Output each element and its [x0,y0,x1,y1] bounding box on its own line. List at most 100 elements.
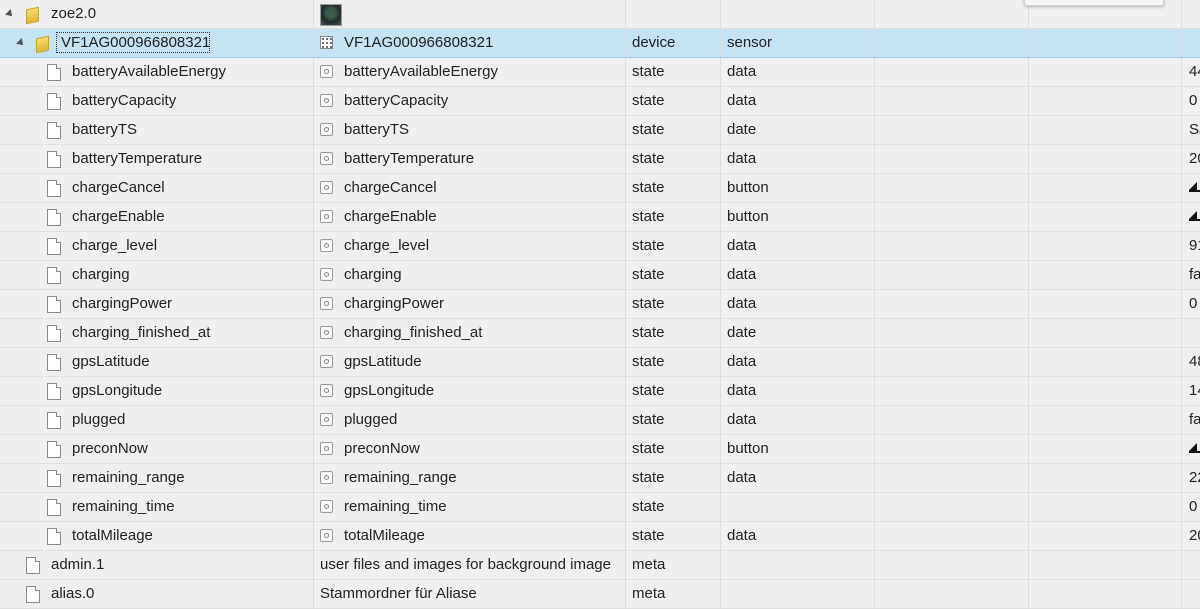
room-cell [875,29,1029,57]
button-press-icon[interactable] [1189,182,1200,192]
tree-row-state[interactable]: chargeEnable chargeEnable state button [0,203,1200,232]
object-name: batteryTS [344,121,410,138]
device-icon [320,35,333,49]
value-cell[interactable] [1182,174,1200,202]
function-cell [1029,261,1182,289]
tree-row-state[interactable]: gpsLatitude gpsLatitude state data 48 [0,348,1200,377]
tree-row-state[interactable]: charge_level charge_level state data 91 [0,232,1200,261]
tree-row-state[interactable]: preconNow preconNow state button [0,435,1200,464]
role-cell: data [721,145,875,173]
tree-row-state[interactable]: remaining_time remaining_time state 0 [0,493,1200,522]
object-id: batteryCapacity [72,92,177,109]
object-name: charge_level [344,237,430,254]
file-icon [47,325,61,342]
tree-row-state[interactable]: chargeCancel chargeCancel state button [0,174,1200,203]
object-id: gpsLatitude [72,353,150,370]
tree-row-state[interactable]: remaining_range remaining_range state da… [0,464,1200,493]
room-cell [875,435,1029,463]
tree-row-state[interactable]: batteryTemperature batteryTemperature st… [0,145,1200,174]
type-cell: state [626,261,721,289]
tree-row-device[interactable]: VF1AG000966808321 VF1AG000966808321 devi… [0,29,1200,58]
room-cell [875,377,1029,405]
function-cell [1029,522,1182,550]
function-cell [1029,232,1182,260]
state-icon [320,325,333,339]
tree-row-state[interactable]: charging_finished_at charging_finished_a… [0,319,1200,348]
room-cell [875,580,1029,608]
id-cell: plugged [0,406,314,434]
function-cell [1029,464,1182,492]
file-icon [47,151,61,168]
name-cell: remaining_time [314,493,626,521]
file-icon [47,180,61,197]
name-cell: charging [314,261,626,289]
object-id: zoe2.0 [51,5,97,22]
tree-row-state[interactable]: batteryAvailableEnergy batteryAvailableE… [0,58,1200,87]
type-cell: state [626,522,721,550]
tree-row-state[interactable]: batteryCapacity batteryCapacity state da… [0,87,1200,116]
id-cell: admin.1 [0,551,314,579]
tree-row-state[interactable]: chargingPower chargingPower state data 0 [0,290,1200,319]
tree-row-state[interactable]: charging charging state data fa [0,261,1200,290]
id-cell: zoe2.0 [0,0,314,28]
room-cell [875,522,1029,550]
function-cell [1029,435,1182,463]
role-cell [721,551,875,579]
name-cell: gpsLatitude [314,348,626,376]
name-cell: VF1AG000966808321 [314,29,626,57]
object-tree: zoe2.0 VF1AG000966808321 VF1AG0009668083… [0,0,1200,609]
file-icon [26,586,40,603]
tree-row-adapter[interactable]: admin.1 user files and images for backgr… [0,551,1200,580]
file-icon [47,122,61,139]
button-press-icon[interactable] [1189,211,1200,221]
type-cell: state [626,377,721,405]
value-cell: 20 [1189,527,1200,544]
role-cell [721,0,875,28]
value-cell[interactable] [1182,435,1200,463]
type-cell [626,0,721,28]
object-name: chargeCancel [344,179,437,196]
object-name: gpsLongitude [344,382,435,399]
object-name: plugged [344,411,398,428]
object-name: batteryCapacity [344,92,449,109]
role-cell: data [721,464,875,492]
type-cell: state [626,58,721,86]
object-id: chargingPower [72,295,173,312]
object-name: gpsLatitude [344,353,422,370]
id-cell: charge_level [0,232,314,260]
tree-row-state[interactable]: batteryTS batteryTS state date Sa [0,116,1200,145]
name-cell: totalMileage [314,522,626,550]
tree-row-state[interactable]: plugged plugged state data fa [0,406,1200,435]
tree-row-root[interactable]: zoe2.0 [0,0,1200,29]
function-cell [1029,580,1182,608]
id-cell: chargeCancel [0,174,314,202]
file-icon [47,267,61,284]
tree-row-state[interactable]: totalMileage totalMileage state data 20 [0,522,1200,551]
room-cell [875,116,1029,144]
button-press-icon[interactable] [1189,443,1200,453]
type-cell: state [626,290,721,318]
object-id: remaining_range [72,469,185,486]
object-name: charging_finished_at [344,324,483,341]
value-cell: fa [1189,266,1200,283]
tree-row-state[interactable]: gpsLongitude gpsLongitude state data 14 [0,377,1200,406]
expand-toggle-icon[interactable] [16,38,26,48]
value-cell: 0 [1189,92,1198,109]
state-icon [320,93,333,107]
type-cell: state [626,493,721,521]
room-cell [875,87,1029,115]
object-id: batteryTemperature [72,150,203,167]
name-cell: batteryAvailableEnergy [314,58,626,86]
expand-toggle-icon[interactable] [5,9,15,19]
value-cell: 48 [1189,353,1200,370]
function-cell [1029,29,1182,57]
object-name: totalMileage [344,527,425,544]
value-cell: 91 [1189,237,1200,254]
value-cell[interactable] [1182,203,1200,231]
adapter-thumbnail-icon [320,4,342,26]
room-cell [875,145,1029,173]
role-cell [721,580,875,608]
type-cell: meta [626,580,721,608]
tooltip-popup [1024,0,1164,6]
name-cell: user files and images for background ima… [314,551,626,579]
